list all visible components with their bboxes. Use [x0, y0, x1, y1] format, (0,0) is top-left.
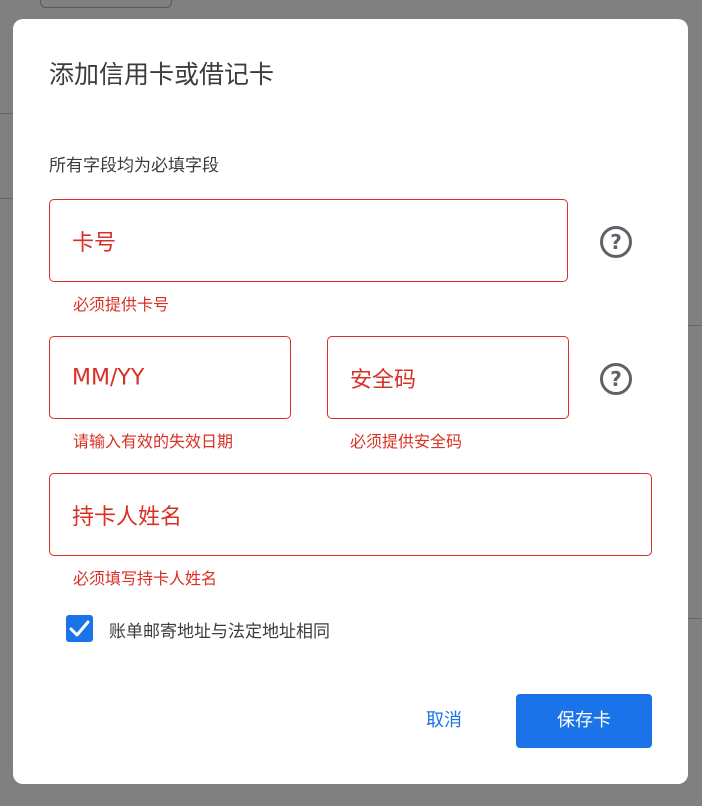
security-code-error: 必须提供安全码 — [350, 432, 463, 451]
security-code-placeholder: 安全码 — [350, 367, 417, 393]
required-fields-note: 所有字段均为必填字段 — [49, 156, 219, 176]
card-number-error: 必须提供卡号 — [73, 295, 170, 314]
billing-address-checkbox[interactable] — [66, 615, 93, 642]
cardholder-name-error: 必须填写持卡人姓名 — [73, 569, 218, 588]
security-code-help-icon[interactable]: ? — [600, 363, 632, 395]
cancel-button[interactable]: 取消 — [401, 694, 487, 748]
background-divider — [688, 618, 702, 619]
expiry-date-placeholder: MM/YY — [72, 365, 145, 390]
background-divider — [688, 325, 702, 326]
billing-address-label: 账单邮寄地址与法定地址相同 — [109, 622, 330, 642]
dialog-title: 添加信用卡或借记卡 — [49, 60, 275, 89]
checkmark-icon — [69, 620, 90, 637]
background-divider — [0, 113, 13, 114]
cardholder-name-field[interactable]: 持卡人姓名 — [49, 473, 652, 556]
card-number-help-icon[interactable]: ? — [600, 226, 632, 258]
expiry-date-error: 请输入有效的失效日期 — [73, 432, 234, 451]
add-card-dialog: 添加信用卡或借记卡 所有字段均为必填字段 卡号 必须提供卡号 ? MM/YY 请… — [13, 19, 688, 784]
expiry-date-field[interactable]: MM/YY — [49, 336, 291, 419]
cardholder-name-placeholder: 持卡人姓名 — [72, 504, 183, 530]
save-card-button[interactable]: 保存卡 — [516, 694, 652, 748]
card-number-placeholder: 卡号 — [72, 230, 117, 256]
background-divider — [0, 198, 13, 199]
card-number-field[interactable]: 卡号 — [49, 199, 568, 282]
security-code-field[interactable]: 安全码 — [327, 336, 569, 419]
background-input — [40, 0, 172, 8]
